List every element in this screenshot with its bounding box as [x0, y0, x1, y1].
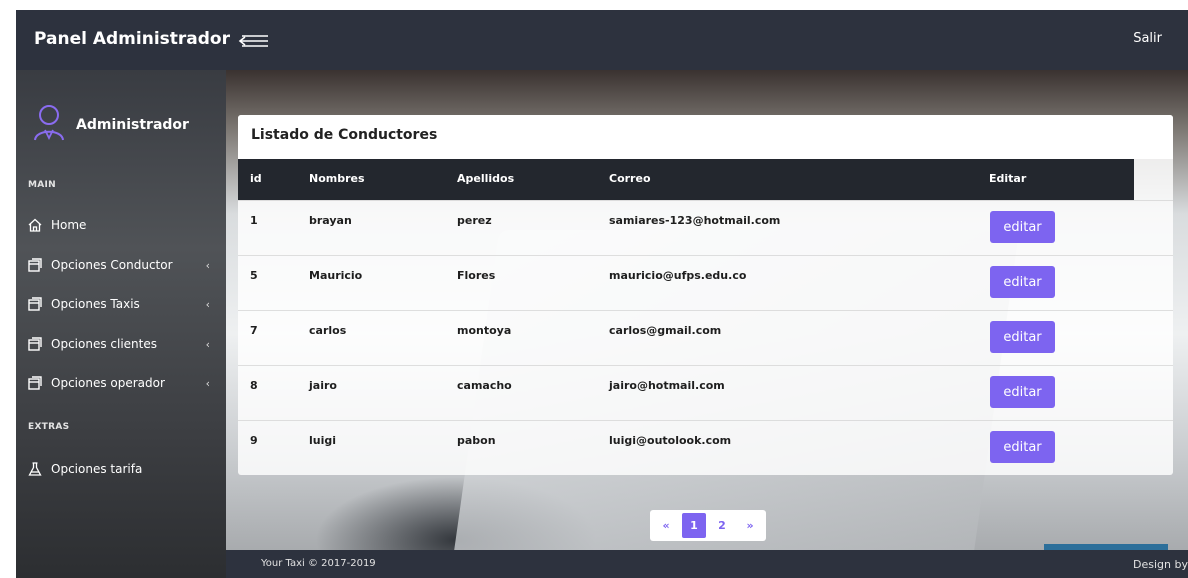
logout-link[interactable]: Salir — [1133, 31, 1162, 46]
top-margin — [0, 0, 1188, 10]
chevron-left-icon: ‹ — [205, 376, 210, 390]
user-avatar-icon — [32, 104, 66, 146]
footer-design-credit: Design by — [1133, 558, 1188, 571]
home-icon — [28, 218, 42, 232]
sidebar: Administrador MAIN Home Opciones Conduct… — [16, 70, 226, 578]
cell-apellidos: perez — [457, 214, 492, 227]
window-icon — [28, 337, 42, 351]
left-margin — [0, 0, 16, 578]
sidebar-item-label: Opciones Conductor — [51, 258, 173, 272]
cell-correo: luigi@outolook.com — [609, 434, 732, 447]
sidebar-item-opciones-clientes[interactable]: Opciones clientes ‹ — [16, 327, 226, 361]
cell-apellidos: camacho — [457, 379, 512, 392]
chevron-left-icon: ‹ — [205, 297, 210, 311]
sidebar-item-label: Opciones operador — [51, 376, 165, 390]
cell-id: 1 — [250, 214, 258, 227]
cell-id: 5 — [250, 269, 258, 282]
cell-id: 9 — [250, 434, 258, 447]
flask-icon — [28, 462, 42, 476]
sidebar-item-label: Opciones clientes — [51, 337, 157, 351]
sidebar-item-opciones-operador[interactable]: Opciones operador ‹ — [16, 366, 226, 400]
brand-title[interactable]: Panel Administrador — [34, 29, 230, 49]
pagination-page-2[interactable]: 2 — [710, 513, 734, 538]
cell-id: 8 — [250, 379, 258, 392]
window-icon — [28, 376, 42, 390]
table-header: id Nombres Apellidos Correo Editar — [238, 159, 1134, 200]
edit-button[interactable]: editar — [990, 321, 1055, 353]
sidebar-item-opciones-taxis[interactable]: Opciones Taxis ‹ — [16, 287, 226, 321]
edit-button[interactable]: editar — [990, 431, 1055, 463]
table-row: 8 jairo camacho jairo@hotmail.com editar — [238, 365, 1173, 420]
pagination-prev[interactable]: « — [654, 513, 678, 538]
card-header: Listado de Conductores — [238, 115, 1173, 159]
column-header-nombres: Nombres — [309, 172, 365, 185]
card-title: Listado de Conductores — [251, 127, 438, 143]
table-row: 7 carlos montoya carlos@gmail.com editar — [238, 310, 1173, 365]
cell-nombres: luigi — [309, 434, 337, 447]
column-header-apellidos: Apellidos — [457, 172, 515, 185]
top-navbar: Panel Administrador Salir — [16, 10, 1188, 70]
column-header-id: id — [250, 172, 262, 185]
sidebar-item-home[interactable]: Home — [16, 208, 226, 242]
cell-nombres: jairo — [309, 379, 337, 392]
pagination-page-1[interactable]: 1 — [682, 513, 706, 538]
table-row: 9 luigi pabon luigi@outolook.com editar — [238, 420, 1173, 475]
pagination-next[interactable]: » — [738, 513, 762, 538]
cell-id: 7 — [250, 324, 258, 337]
sidebar-item-label: Home — [51, 218, 87, 232]
cell-apellidos: Flores — [457, 269, 496, 282]
sidebar-item-label: Opciones tarifa — [51, 462, 143, 476]
admin-profile: Administrador — [32, 104, 189, 146]
cell-apellidos: montoya — [457, 324, 512, 337]
cell-correo: carlos@gmail.com — [609, 324, 722, 337]
footer-copyright: Your Taxi © 2017-2019 — [261, 558, 376, 569]
column-header-correo: Correo — [609, 172, 651, 185]
column-header-editar: Editar — [989, 172, 1027, 185]
cell-correo: samiares-123@hotmail.com — [609, 214, 781, 227]
pagination: « 1 2 » — [650, 510, 766, 541]
window-icon — [28, 297, 42, 311]
sidebar-item-opciones-conductor[interactable]: Opciones Conductor ‹ — [16, 248, 226, 282]
admin-name: Administrador — [76, 117, 189, 133]
chevron-left-icon: ‹ — [205, 258, 210, 272]
cell-correo: jairo@hotmail.com — [609, 379, 725, 392]
edit-button[interactable]: editar — [990, 266, 1055, 298]
sidebar-item-label: Opciones Taxis — [51, 297, 140, 311]
section-label-extras: EXTRAS — [28, 422, 70, 432]
cell-nombres: Mauricio — [309, 269, 363, 282]
section-label-main: MAIN — [28, 180, 57, 190]
edit-button[interactable]: editar — [990, 211, 1055, 243]
footer: Your Taxi © 2017-2019 Design by — [226, 544, 1188, 578]
cell-correo: mauricio@ufps.edu.co — [609, 269, 747, 282]
sidebar-item-opciones-tarifa[interactable]: Opciones tarifa — [16, 452, 226, 486]
edit-button[interactable]: editar — [990, 376, 1055, 408]
chevron-left-icon: ‹ — [205, 337, 210, 351]
sidebar-toggle-icon[interactable] — [238, 33, 270, 49]
cell-nombres: brayan — [309, 214, 352, 227]
cell-apellidos: pabon — [457, 434, 496, 447]
window-icon — [28, 258, 42, 272]
cell-nombres: carlos — [309, 324, 347, 337]
table-row: 1 brayan perez samiares-123@hotmail.com … — [238, 200, 1173, 255]
table-row: 5 Mauricio Flores mauricio@ufps.edu.co e… — [238, 255, 1173, 310]
footer-accent-bar — [1044, 544, 1168, 550]
drivers-table-card: Listado de Conductores id Nombres Apelli… — [238, 115, 1173, 475]
